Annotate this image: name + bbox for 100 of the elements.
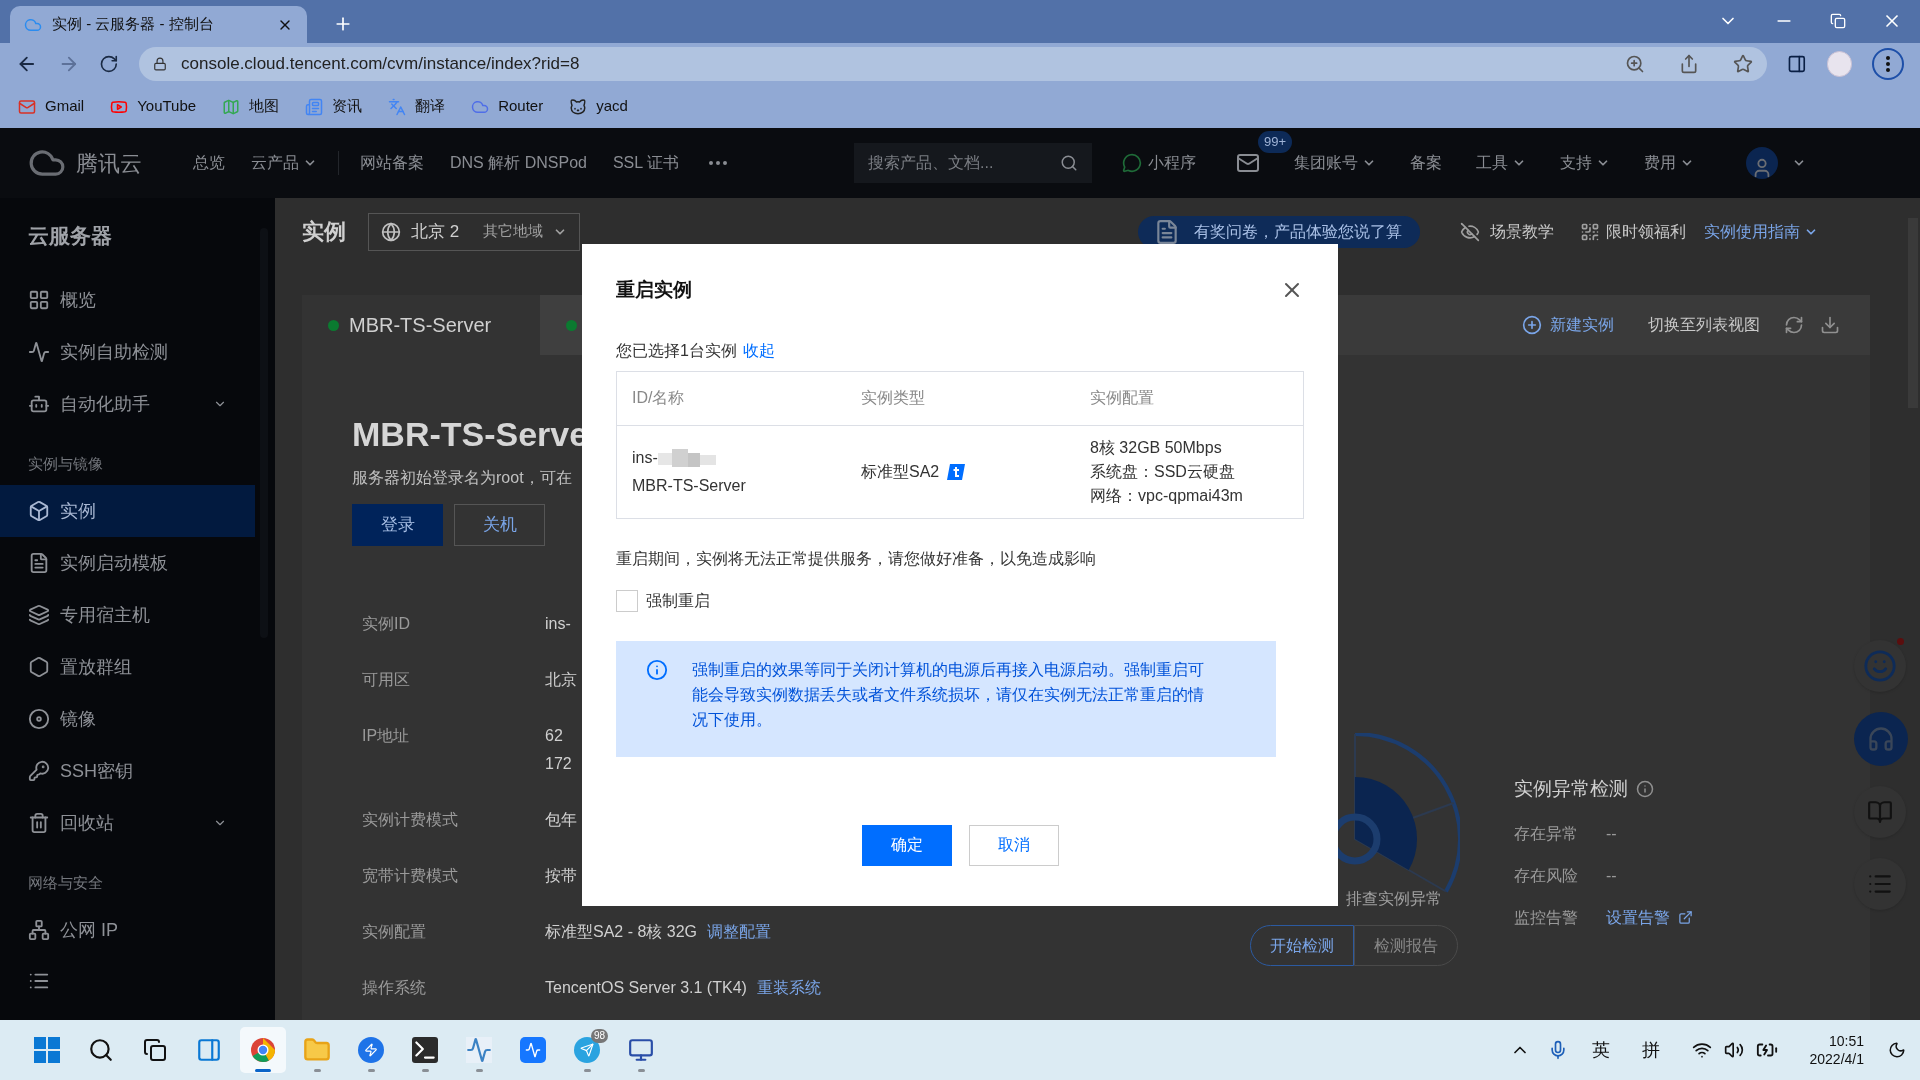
new-instance-button[interactable]: 新建实例: [1522, 295, 1614, 355]
bookmark[interactable]: 翻译: [388, 95, 446, 118]
region-selector[interactable]: 北京 2 其它地域: [368, 212, 581, 251]
instance-name: MBR-TS-Serve: [352, 414, 589, 455]
field-value: 172: [545, 754, 572, 774]
task-view-icon[interactable]: [143, 1038, 167, 1062]
sidebar-title: 云服务器: [28, 223, 112, 250]
alarm-link[interactable]: 设置告警: [1606, 905, 1693, 930]
sidebar-item[interactable]: SSH密钥: [0, 745, 255, 797]
list-view-link[interactable]: 切换至列表视图: [1648, 295, 1760, 355]
field-link[interactable]: 重装系统: [756, 976, 821, 1000]
bookmark-label: 地图: [249, 96, 280, 117]
column-header: 实例配置: [1089, 388, 1154, 408]
ime-indicator[interactable]: 英: [1591, 1036, 1610, 1064]
zoom-icon[interactable]: [1625, 54, 1646, 74]
other-regions: 其它地域: [483, 221, 544, 242]
moon-icon[interactable]: [1888, 1041, 1906, 1059]
running-indicator: [583, 1069, 591, 1072]
menu-button[interactable]: [1872, 48, 1904, 80]
field-value: ins-: [545, 614, 571, 634]
ime-mode[interactable]: 拼: [1641, 1036, 1660, 1064]
login-button[interactable]: 登录: [352, 504, 443, 546]
confirm-button[interactable]: 确定: [861, 824, 952, 866]
guide-link[interactable]: 实例使用指南: [1704, 219, 1819, 244]
nav-item[interactable]: 云产品: [238, 151, 330, 175]
bookmark-label: 翻译: [415, 96, 446, 117]
sidebar-item[interactable]: 公网 IP: [0, 904, 255, 956]
benefits-link[interactable]: 限时领福利: [1580, 219, 1687, 244]
user-avatar[interactable]: [1746, 147, 1778, 179]
windows-logo-icon[interactable]: [34, 1037, 60, 1063]
collapse-link[interactable]: 收起: [742, 338, 775, 363]
remote-desktop-icon[interactable]: [628, 1037, 654, 1063]
shutdown-button[interactable]: 关机: [454, 504, 545, 546]
nav-item[interactable]: 集团账号: [1288, 151, 1382, 175]
sidebar-item[interactable]: 实例启动模板: [0, 537, 255, 589]
search-field[interactable]: 搜索产品、文档...: [854, 143, 1092, 183]
telegram-icon[interactable]: [574, 1037, 600, 1063]
bookmark[interactable]: YouTube: [110, 95, 197, 118]
widgets-icon[interactable]: [196, 1037, 222, 1063]
running-indicator: [637, 1069, 645, 1072]
browser-icon[interactable]: [250, 1037, 276, 1063]
sidebar-item[interactable]: 实例: [0, 485, 255, 537]
checkbox[interactable]: [616, 589, 638, 612]
sidebar-item[interactable]: 实例自助检测: [0, 326, 255, 378]
bookmark[interactable]: yacd: [569, 95, 628, 118]
nav-item[interactable]: 支持: [1554, 151, 1616, 175]
sidebar-item[interactable]: 概览: [0, 274, 255, 326]
alert-text: 强制重启的效果等同于关闭计算机的电源后再接入电源启动。强制重启可能会导致实例数据丢失或者文件系统损坏，请仅在实例无法正常重启的情况下使用。: [692, 659, 1205, 730]
bookmark[interactable]: 资讯: [305, 95, 363, 118]
sidebar-item[interactable]: 专用宿主机: [0, 589, 255, 641]
nav-item[interactable]: SSL 证书: [599, 151, 692, 175]
trash-icon: [28, 812, 50, 834]
browser-tab[interactable]: 实例 - 云服务器 - 控制台: [10, 6, 307, 43]
address-bar[interactable]: console.cloud.tencent.com/cvm/instance/index?rid=8: [139, 47, 1768, 81]
bookmark[interactable]: 地图: [222, 95, 280, 118]
lightning-app-icon[interactable]: [358, 1037, 384, 1063]
sidebar-item[interactable]: 回收站: [0, 797, 255, 849]
terminal-icon[interactable]: [412, 1037, 438, 1063]
sidebar-item[interactable]: 自动化助手: [0, 378, 255, 430]
sidebar-section-label: 实例与镜像: [28, 453, 103, 474]
field-value: 按带: [545, 866, 577, 886]
star-icon[interactable]: [1733, 54, 1754, 74]
field-link[interactable]: 调整配置: [707, 920, 772, 944]
config-line: 系统盘：SSD云硬盘: [1090, 461, 1236, 482]
nav-item[interactable]: 工具: [1470, 151, 1532, 175]
bookmark[interactable]: Gmail: [18, 95, 85, 118]
volume-icon[interactable]: [1723, 1040, 1744, 1060]
side-panel-icon[interactable]: [1787, 54, 1807, 74]
running-indicator: [313, 1069, 321, 1072]
type-badge-icon: [947, 462, 966, 481]
tutorial-link[interactable]: 场景教学: [1460, 219, 1555, 244]
nav-item[interactable]: 费用: [1638, 151, 1700, 175]
mail-icon[interactable]: [1236, 151, 1260, 175]
clock[interactable]: 10:51 2022/4/1: [1809, 1032, 1864, 1068]
cancel-button[interactable]: 取消: [968, 824, 1059, 866]
field-value: 北京: [545, 670, 577, 690]
nav-item[interactable]: 总览: [180, 151, 238, 175]
nav-item[interactable]: 网站备案: [347, 151, 437, 175]
wifi-icon[interactable]: [1691, 1040, 1712, 1060]
instance-tab[interactable]: MBR-TS-Server: [302, 295, 540, 355]
running-indicator: [475, 1069, 483, 1072]
refresh-icon[interactable]: [1784, 315, 1804, 335]
sidebar-item[interactable]: 镜像: [0, 693, 255, 745]
check-label: 存在风险: [1514, 865, 1578, 886]
instance-id: ins-: [632, 447, 658, 468]
share-icon[interactable]: [1679, 54, 1700, 74]
reload-icon[interactable]: [99, 54, 120, 74]
nav-item[interactable]: DNS 解析 DNSPod: [437, 151, 600, 175]
nav-item[interactable]: 备案: [1404, 151, 1448, 175]
bookmark-label: Router: [498, 96, 544, 117]
restore-icon[interactable]: [1830, 13, 1846, 29]
taskbar-button[interactable]: 98: [564, 1027, 610, 1073]
monitor-app-icon[interactable]: [466, 1037, 492, 1063]
bookmark[interactable]: Router: [471, 95, 544, 118]
mini-program-link[interactable]: 小程序: [1122, 151, 1196, 175]
field-label: 实例计费模式: [361, 810, 459, 830]
search-icon[interactable]: [88, 1037, 114, 1063]
survey-banner[interactable]: 有奖问卷，产品体验您说了算: [1138, 215, 1421, 248]
sidebar-item[interactable]: 置放群组: [0, 641, 255, 693]
download-icon[interactable]: [1820, 315, 1840, 335]
